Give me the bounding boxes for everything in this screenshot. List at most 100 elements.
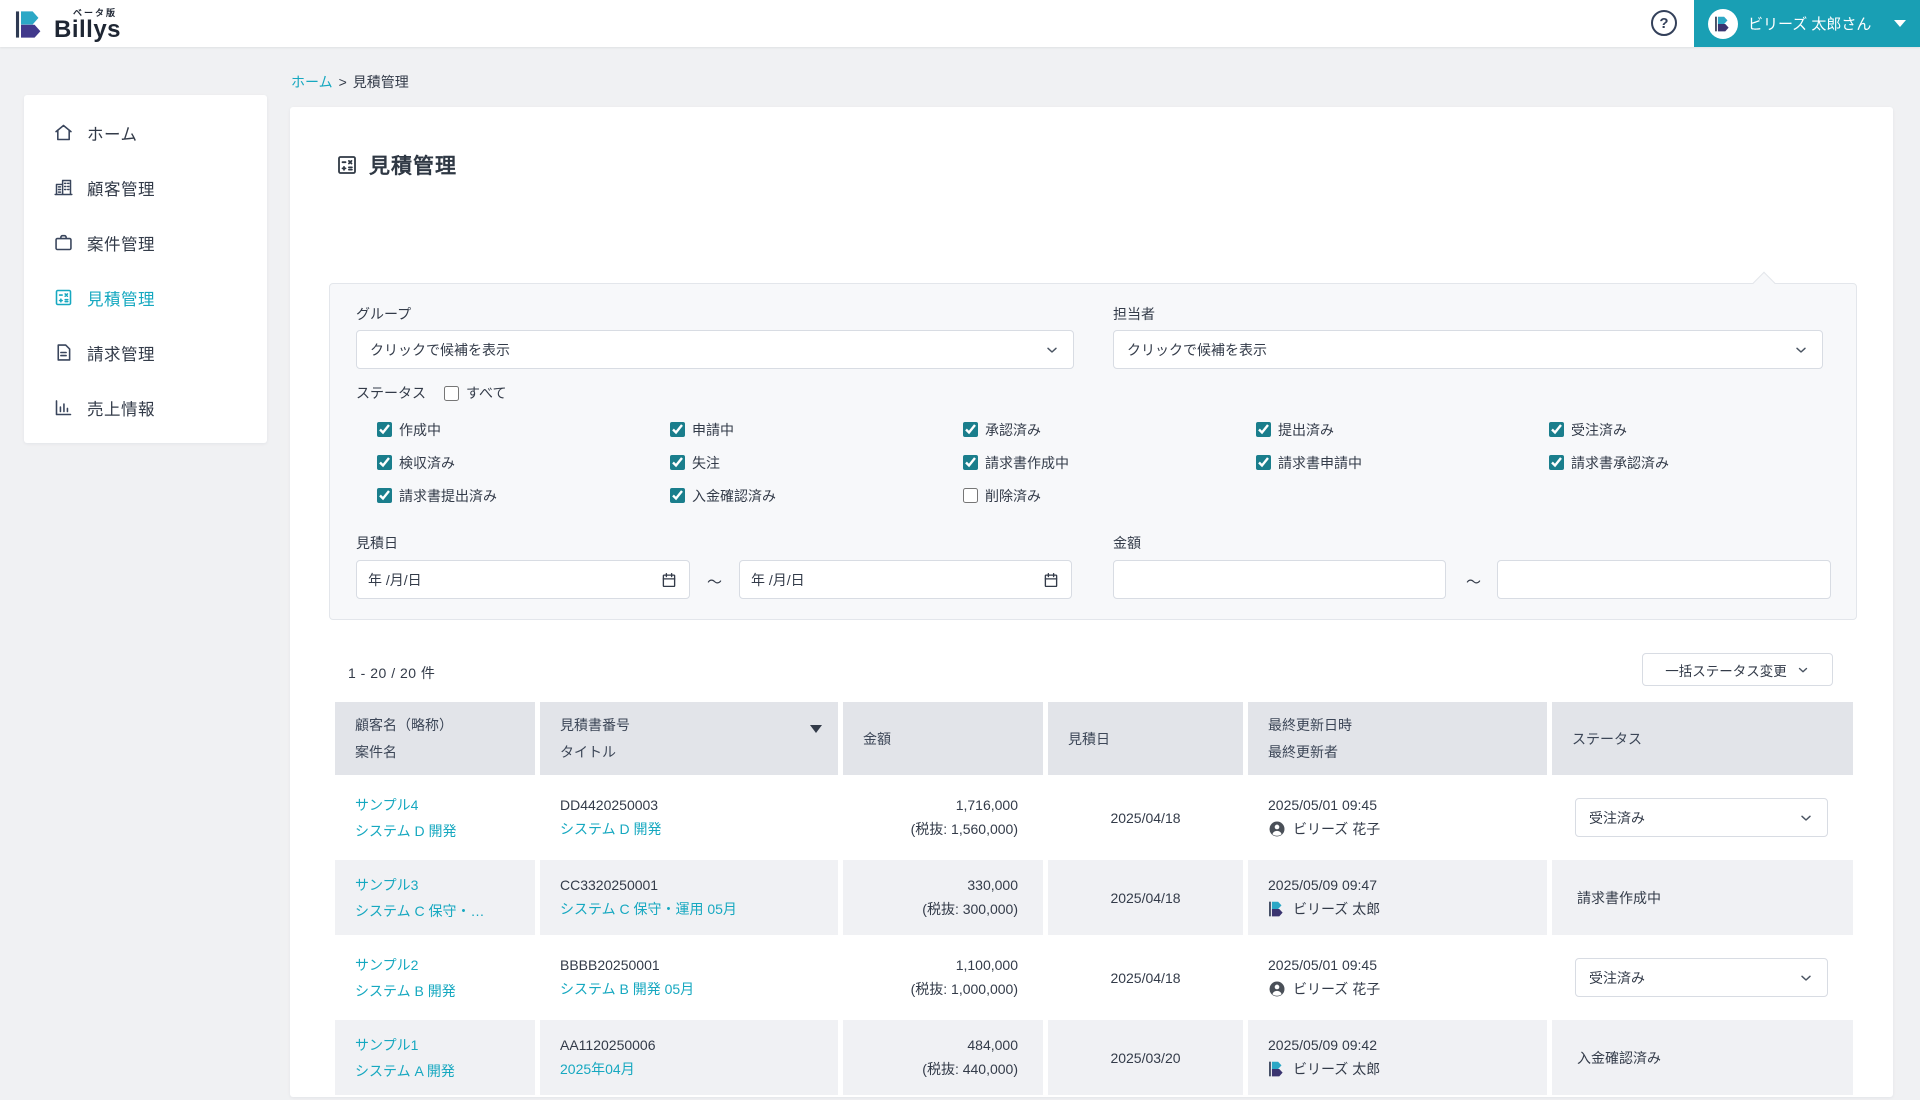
assignee-select[interactable]: クリックで候補を表示 — [1113, 330, 1823, 369]
updated-at: 2025/05/01 09:45 — [1268, 956, 1377, 973]
sidebar-item-invoices[interactable]: 請求管理 — [24, 325, 267, 380]
billys-avatar-icon — [1268, 900, 1286, 918]
status-filter-options: 作成中 申請中 承認済み 提出済み 受注済み 検収済み 失注 請求書作成中 請求… — [377, 417, 1842, 508]
billys-logo-icon — [15, 10, 41, 38]
table-row: サンプル2 システム B 開発 BBBB20250001 システム B 開発 0… — [335, 940, 1853, 1015]
group-select[interactable]: クリックで候補を表示 — [356, 330, 1074, 369]
quote-number: DD4420250003 — [560, 796, 659, 813]
quote-date-to-input[interactable]: 年 /月/日 — [739, 560, 1072, 599]
project-link[interactable]: システム C 保守・… — [355, 901, 535, 921]
amount-from-input[interactable] — [1113, 560, 1446, 599]
chevron-down-icon — [1796, 347, 1806, 353]
updated-by: ビリーズ 花子 — [1293, 820, 1381, 837]
amount-value: 1,100,000 — [955, 956, 1018, 973]
billys-avatar-icon — [1715, 16, 1729, 31]
assignee-filter-label: 担当者 — [1113, 306, 1155, 322]
status-all-checkbox[interactable]: すべて — [444, 383, 506, 403]
status-filter-checkbox[interactable]: 提出済み — [1256, 417, 1549, 442]
table-row: サンプル3 システム C 保守・… CC3320250001 システム C 保守… — [335, 860, 1853, 935]
project-link[interactable]: システム B 開発 — [355, 981, 535, 1001]
sidebar-item-quotes[interactable]: 見積管理 — [24, 270, 267, 325]
quote-date: 2025/03/20 — [1110, 1049, 1181, 1066]
customer-link[interactable]: サンプル2 — [355, 955, 535, 975]
amount-tax-excluded: (税抜: 1,000,000) — [910, 980, 1018, 997]
updated-by: ビリーズ 太郎 — [1293, 900, 1381, 917]
chevron-down-icon — [1801, 815, 1811, 821]
chevron-down-icon — [1894, 20, 1906, 27]
col-quote-number-header: 見積書番号 — [560, 717, 630, 733]
quote-date-from-input[interactable]: 年 /月/日 — [356, 560, 690, 599]
breadcrumb-separator: > — [338, 74, 347, 90]
quote-number: CC3320250001 — [560, 876, 659, 893]
project-link[interactable]: システム D 開発 — [355, 821, 535, 841]
panel-notch — [1752, 271, 1776, 295]
quote-title-link[interactable]: システム D 開発 — [560, 819, 838, 839]
status-filter-checkbox[interactable]: 請求書申請中 — [1256, 450, 1549, 475]
table-row: サンプル4 システム D 開発 DD4420250003 システム D 開発 1… — [335, 780, 1853, 855]
status-filter-checkbox[interactable]: 受注済み — [1549, 417, 1842, 442]
quote-title-link[interactable]: システム B 開発 05月 — [560, 979, 838, 999]
status-filter-checkbox[interactable]: 検収済み — [377, 450, 670, 475]
brand-name: Billys — [54, 16, 122, 43]
briefcase-icon — [53, 232, 74, 253]
col-updated-header: 最終更新日時 — [1268, 717, 1352, 733]
amount-tax-excluded: (税抜: 300,000) — [922, 900, 1018, 917]
status-filter-checkbox[interactable]: 削除済み — [963, 483, 1256, 508]
building-icon — [53, 177, 74, 198]
row-status-select[interactable]: 受注済み — [1575, 798, 1828, 837]
customer-link[interactable]: サンプル3 — [355, 875, 535, 895]
user-avatar — [1708, 8, 1738, 39]
range-separator: 〜 — [707, 574, 723, 591]
page-title: 見積管理 — [335, 150, 457, 180]
calendar-icon — [1044, 572, 1058, 587]
col-amount-header: 金額 — [863, 730, 891, 747]
status-filter-checkbox[interactable]: 承認済み — [963, 417, 1256, 442]
status-filter-checkbox[interactable]: 請求書提出済み — [377, 483, 670, 508]
updated-by: ビリーズ 太郎 — [1293, 1060, 1381, 1077]
sidebar-item-sales[interactable]: 売上情報 — [24, 380, 267, 435]
person-avatar-icon — [1268, 980, 1286, 998]
customer-link[interactable]: サンプル1 — [355, 1035, 535, 1055]
customer-link[interactable]: サンプル4 — [355, 795, 535, 815]
col-customer-header: 顧客名（略称） — [355, 717, 453, 733]
updated-at: 2025/05/09 09:47 — [1268, 876, 1377, 893]
quote-title-link[interactable]: 2025年04月 — [560, 1059, 838, 1079]
breadcrumb-current: 見積管理 — [352, 74, 409, 90]
user-name: ビリーズ 太郎さん — [1748, 16, 1872, 33]
table-header-row: 顧客名（略称） 案件名 見積書番号 タイトル 金額 見積日 最終更新日時 最終更… — [335, 702, 1853, 775]
bulk-status-change-button[interactable]: 一括ステータス変更 — [1642, 653, 1833, 686]
amount-to-input[interactable] — [1497, 560, 1831, 599]
status-filter-checkbox[interactable]: 作成中 — [377, 417, 670, 442]
sidebar-item-home[interactable]: ホーム — [24, 105, 267, 160]
user-menu[interactable]: ビリーズ 太郎さん — [1694, 0, 1920, 47]
quote-title-link[interactable]: システム C 保守・運用 05月 — [560, 899, 838, 919]
amount-value: 330,000 — [967, 876, 1018, 893]
breadcrumb-home-link[interactable]: ホーム — [291, 74, 333, 90]
project-link[interactable]: システム A 開発 — [355, 1061, 535, 1081]
quote-number: AA1120250006 — [560, 1036, 656, 1053]
question-mark-icon: ? — [1659, 14, 1669, 32]
quotes-table-body: サンプル4 システム D 開発 DD4420250003 システム D 開発 1… — [335, 780, 1853, 1095]
help-button[interactable]: ? — [1651, 10, 1677, 36]
sidebar-item-projects[interactable]: 案件管理 — [24, 215, 267, 270]
updated-at: 2025/05/09 09:42 — [1268, 1036, 1377, 1053]
amount-tax-excluded: (税抜: 1,560,000) — [910, 820, 1018, 837]
amount-value: 484,000 — [967, 1036, 1018, 1053]
calendar-icon — [662, 572, 676, 587]
row-status-text: 請求書作成中 — [1577, 889, 1661, 906]
quote-date: 2025/04/18 — [1110, 889, 1181, 906]
status-filter-checkbox[interactable]: 請求書作成中 — [963, 450, 1256, 475]
status-filter-checkbox[interactable]: 請求書承認済み — [1549, 450, 1842, 475]
sidebar-item-customers[interactable]: 顧客管理 — [24, 160, 267, 215]
billys-avatar-icon — [1268, 1060, 1286, 1078]
chevron-down-icon — [1047, 347, 1057, 353]
billys-logo[interactable]: ベータ版 Billys — [14, 6, 121, 42]
sort-desc-icon[interactable] — [810, 725, 822, 733]
table-row: サンプル1 システム A 開発 AA1120250006 2025年04月 48… — [335, 1020, 1853, 1095]
status-filter-checkbox[interactable]: 入金確認済み — [670, 483, 963, 508]
row-status-select[interactable]: 受注済み — [1575, 958, 1828, 997]
status-filter-checkbox[interactable]: 申請中 — [670, 417, 963, 442]
chevron-down-icon — [1798, 667, 1807, 672]
quote-date: 2025/04/18 — [1110, 809, 1181, 826]
status-filter-checkbox[interactable]: 失注 — [670, 450, 963, 475]
